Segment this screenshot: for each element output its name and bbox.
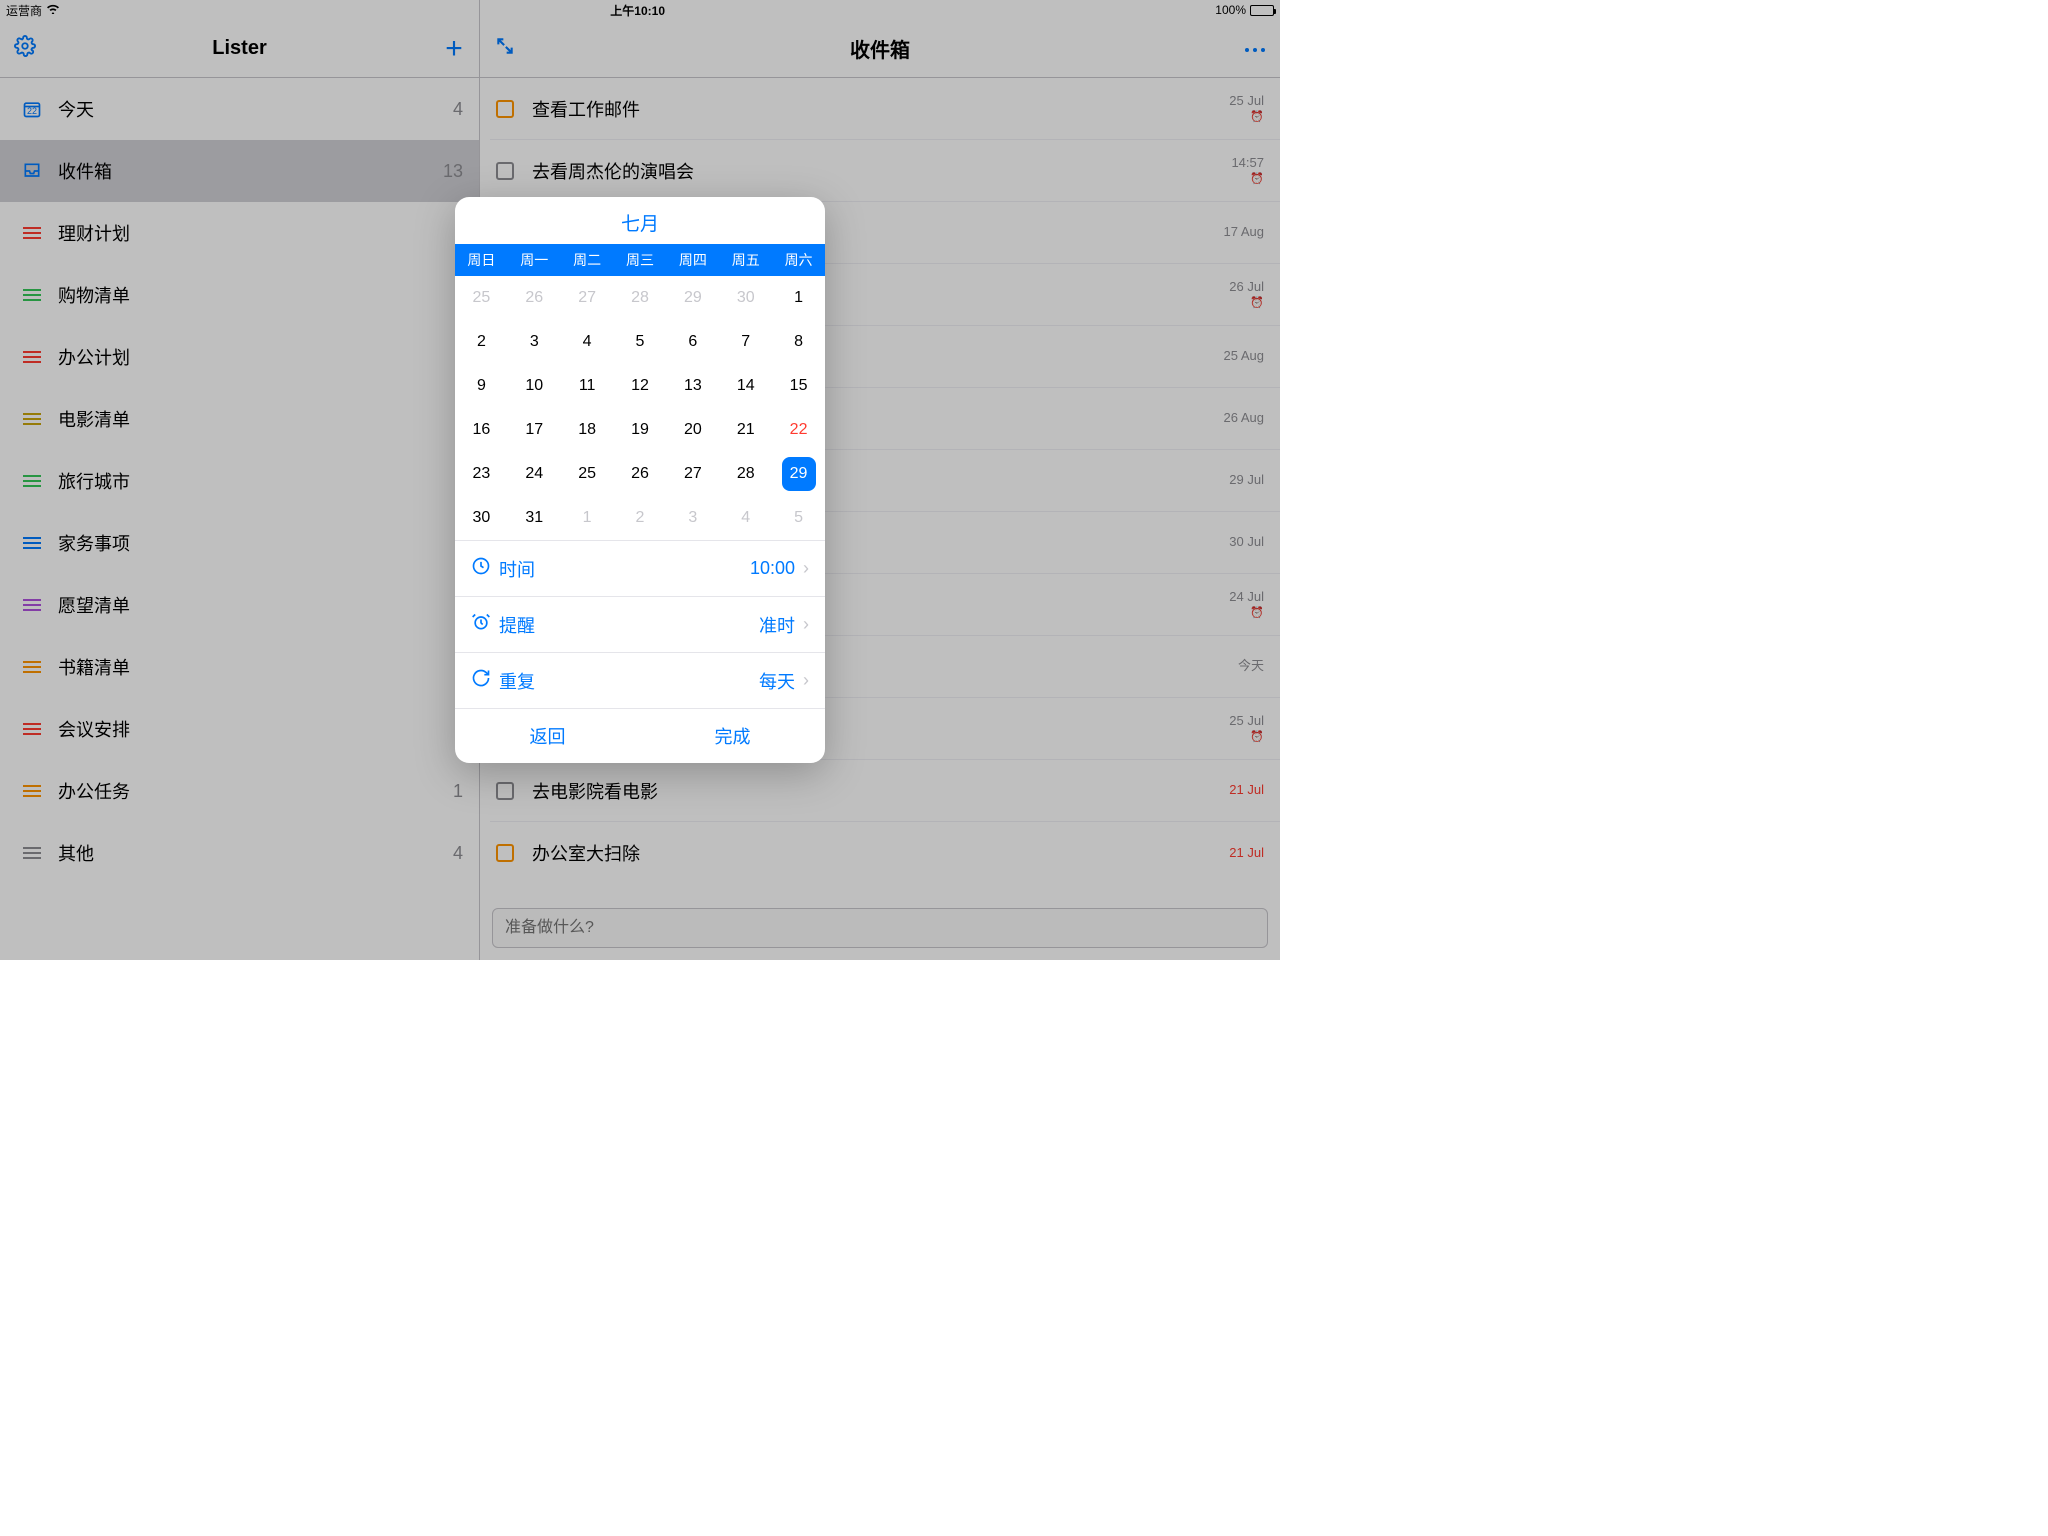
chevron-right-icon: ›	[803, 558, 809, 579]
calendar-day[interactable]: 13	[666, 364, 719, 408]
calendar-day[interactable]: 6	[666, 320, 719, 364]
chevron-right-icon: ›	[803, 670, 809, 691]
calendar-day[interactable]: 2	[455, 320, 508, 364]
remind-value: 准时	[759, 612, 795, 638]
repeat-row[interactable]: 重复 每天 ›	[455, 652, 825, 708]
calendar-grid: 2526272829301234567891011121314151617181…	[455, 276, 825, 540]
calendar-day[interactable]: 29	[666, 276, 719, 320]
calendar-day[interactable]: 14	[719, 364, 772, 408]
calendar-day[interactable]: 31	[508, 496, 561, 540]
weekday-label: 周三	[614, 244, 667, 276]
month-label[interactable]: 七月	[455, 197, 825, 244]
chevron-right-icon: ›	[803, 614, 809, 635]
calendar-day[interactable]: 27	[666, 452, 719, 496]
repeat-value: 每天	[759, 668, 795, 694]
calendar-day[interactable]: 27	[561, 276, 614, 320]
time-value: 10:00	[750, 558, 795, 579]
weekday-label: 周一	[508, 244, 561, 276]
calendar-day[interactable]: 9	[455, 364, 508, 408]
calendar-day[interactable]: 28	[719, 452, 772, 496]
calendar-day[interactable]: 4	[561, 320, 614, 364]
calendar-day[interactable]: 22	[772, 408, 825, 452]
calendar-day[interactable]: 26	[508, 276, 561, 320]
calendar-day[interactable]: 12	[614, 364, 667, 408]
date-picker-popover: 七月 周日周一周二周三周四周五周六 2526272829301234567891…	[455, 197, 825, 763]
calendar-day[interactable]: 25	[455, 276, 508, 320]
calendar-day[interactable]: 3	[508, 320, 561, 364]
weekday-label: 周日	[455, 244, 508, 276]
calendar-day[interactable]: 11	[561, 364, 614, 408]
calendar-day[interactable]: 23	[455, 452, 508, 496]
weekday-header: 周日周一周二周三周四周五周六	[455, 244, 825, 276]
calendar-day[interactable]: 24	[508, 452, 561, 496]
calendar-day[interactable]: 18	[561, 408, 614, 452]
calendar-day[interactable]: 19	[614, 408, 667, 452]
modal-overlay[interactable]: 七月 周日周一周二周三周四周五周六 2526272829301234567891…	[0, 0, 1280, 960]
calendar-day[interactable]: 29	[772, 452, 825, 496]
clock-icon	[471, 556, 499, 581]
popover-actions: 返回 完成	[455, 708, 825, 763]
calendar-day[interactable]: 8	[772, 320, 825, 364]
calendar-day[interactable]: 30	[719, 276, 772, 320]
calendar-day[interactable]: 10	[508, 364, 561, 408]
time-row[interactable]: 时间 10:00 ›	[455, 540, 825, 596]
remind-row[interactable]: 提醒 准时 ›	[455, 596, 825, 652]
calendar-day[interactable]: 20	[666, 408, 719, 452]
time-label: 时间	[499, 556, 750, 582]
calendar-day[interactable]: 5	[614, 320, 667, 364]
calendar-day[interactable]: 3	[666, 496, 719, 540]
calendar-day[interactable]: 15	[772, 364, 825, 408]
weekday-label: 周四	[666, 244, 719, 276]
done-button[interactable]: 完成	[640, 709, 825, 763]
calendar-day[interactable]: 7	[719, 320, 772, 364]
repeat-icon	[471, 668, 499, 693]
weekday-label: 周五	[719, 244, 772, 276]
calendar-day[interactable]: 26	[614, 452, 667, 496]
calendar-day[interactable]: 1	[772, 276, 825, 320]
calendar-day[interactable]: 30	[455, 496, 508, 540]
calendar-day[interactable]: 4	[719, 496, 772, 540]
calendar-day[interactable]: 1	[561, 496, 614, 540]
calendar-day[interactable]: 5	[772, 496, 825, 540]
remind-label: 提醒	[499, 612, 759, 638]
calendar-day[interactable]: 2	[614, 496, 667, 540]
back-button[interactable]: 返回	[455, 709, 640, 763]
repeat-label: 重复	[499, 668, 759, 694]
weekday-label: 周二	[561, 244, 614, 276]
calendar-day[interactable]: 28	[614, 276, 667, 320]
calendar-day[interactable]: 17	[508, 408, 561, 452]
calendar-day[interactable]: 21	[719, 408, 772, 452]
weekday-label: 周六	[772, 244, 825, 276]
calendar-day[interactable]: 16	[455, 408, 508, 452]
calendar-day[interactable]: 25	[561, 452, 614, 496]
alarm-icon	[471, 612, 499, 637]
